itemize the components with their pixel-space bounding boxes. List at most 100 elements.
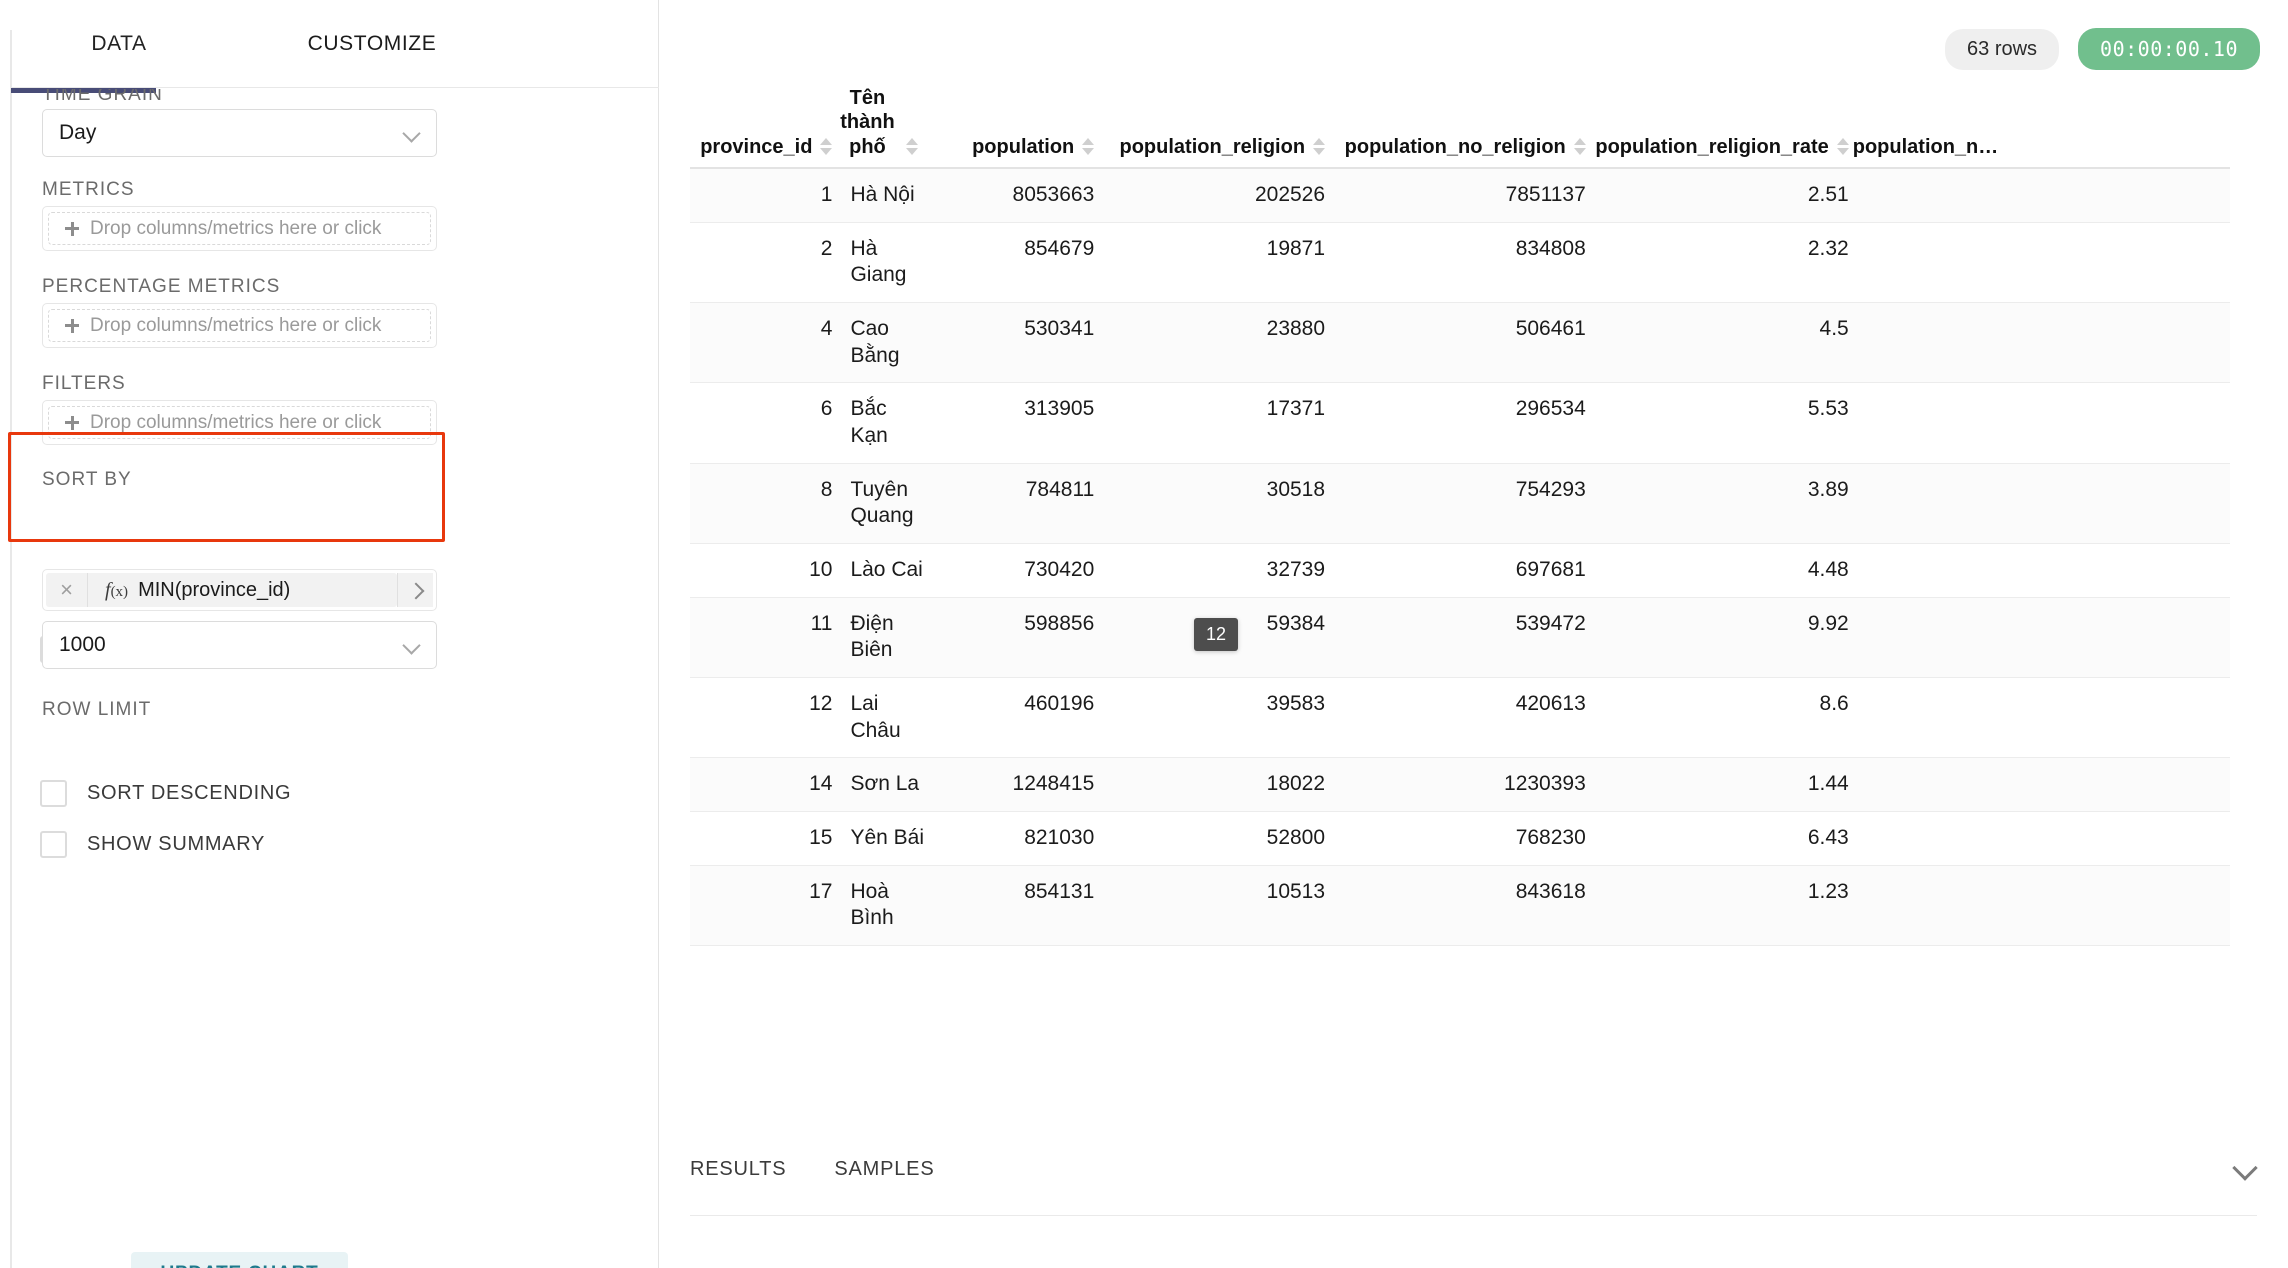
filters-placeholder: Drop columns/metrics here or click	[90, 412, 381, 434]
table-row[interactable]: 1Hà Nội805366320252678511372.51	[690, 168, 2230, 222]
close-icon[interactable]: ×	[46, 573, 88, 607]
sort-by-expression: MIN(province_id)	[138, 579, 290, 602]
show-summary-checkbox[interactable]: SHOW SUMMARY	[40, 831, 265, 858]
table-row[interactable]: 12Lai Châu460196395834206138.6	[690, 677, 2230, 757]
table-row[interactable]: 2Hà Giang854679198718348082.32	[690, 222, 2230, 302]
function-icon: f(x)	[105, 579, 128, 602]
sort-icon[interactable]	[1082, 136, 1094, 158]
chevron-down-icon	[404, 637, 420, 653]
sort-by-control[interactable]: × f(x) MIN(province_id)	[42, 569, 437, 611]
cell-population-no-religion: 506461	[1329, 302, 1590, 382]
table-row[interactable]: 4Cao Bằng530341238805064614.5	[690, 302, 2230, 382]
cell-population-religion-rate: 1.23	[1590, 865, 1853, 945]
sort-descending-label: SORT DESCENDING	[87, 782, 291, 805]
cell-province-id: 2	[690, 222, 836, 302]
column-header-population-no-religion[interactable]: population_no_religion	[1329, 80, 1590, 168]
cell-province-id: 11	[690, 597, 836, 677]
column-header-population-truncated[interactable]: population_n…	[1853, 80, 2230, 168]
table-row[interactable]: 15Yên Bái821030528007682306.43	[690, 811, 2230, 865]
column-header-city-name[interactable]: Tên thành phố	[836, 80, 929, 168]
time-grain-value: Day	[59, 121, 404, 145]
cell-population-religion-rate: 2.32	[1590, 222, 1853, 302]
time-grain-label: TIME GRAIN	[42, 89, 163, 106]
footer-divider	[690, 1215, 2257, 1216]
results-table-scroll[interactable]: province_id Tên thành phố population	[659, 80, 2288, 1130]
cell-population-religion-rate: 4.48	[1590, 543, 1853, 597]
chevron-down-icon[interactable]	[2232, 1156, 2258, 1182]
footer-tabs: RESULTS SAMPLES	[690, 1158, 934, 1181]
tab-results[interactable]: RESULTS	[690, 1158, 786, 1181]
cell-province-id: 15	[690, 811, 836, 865]
plus-icon	[65, 319, 79, 333]
results-table: province_id Tên thành phố population	[690, 80, 2230, 946]
cell-population: 8053663	[930, 168, 1099, 222]
cell-province-id: 10	[690, 543, 836, 597]
cell-population-no-religion: 539472	[1329, 597, 1590, 677]
cell-population-no-religion: 7851137	[1329, 168, 1590, 222]
cell-population-religion-rate: 2.51	[1590, 168, 1853, 222]
filters-dropzone[interactable]: Drop columns/metrics here or click	[42, 400, 437, 445]
plus-icon	[65, 222, 79, 236]
table-body: 1Hà Nội805366320252678511372.512Hà Giang…	[690, 168, 2230, 945]
panel-body: TIME GRAIN Day METRICS Drop columns/metr…	[11, 89, 659, 1268]
row-limit-select[interactable]: 1000	[42, 621, 437, 669]
cell-overflow	[1853, 758, 2230, 812]
cell-overflow	[1853, 168, 2230, 222]
cell-population: 598856	[930, 597, 1099, 677]
cell-city-name: Sơn La	[836, 758, 929, 812]
tab-customize[interactable]: CUSTOMIZE	[227, 0, 517, 88]
sort-icon[interactable]	[1574, 136, 1586, 158]
table-row[interactable]: 10Lào Cai730420327396976814.48	[690, 543, 2230, 597]
control-panel: DATA CUSTOMIZE TIME GRAIN Day METRICS Dr…	[0, 0, 659, 1268]
cell-city-name: Lai Châu	[836, 677, 929, 757]
cell-city-name: Hà Giang	[836, 222, 929, 302]
results-panel: 63 rows 00:00:00.10 province_id	[659, 0, 2288, 1268]
cell-province-id: 12	[690, 677, 836, 757]
tab-data[interactable]: DATA	[11, 0, 227, 88]
sort-icon[interactable]	[1837, 136, 1849, 158]
table-row[interactable]: 11Điện Biên598856593845394729.92	[690, 597, 2230, 677]
cell-overflow	[1853, 463, 2230, 543]
cell-province-id: 14	[690, 758, 836, 812]
table-row[interactable]: 6Bắc Kạn313905173712965345.53	[690, 383, 2230, 463]
table-row[interactable]: 17Hoà Bình854131105138436181.23	[690, 865, 2230, 945]
sort-by-expand-button[interactable]	[397, 573, 433, 607]
cell-city-name: Bắc Kạn	[836, 383, 929, 463]
metrics-dropzone[interactable]: Drop columns/metrics here or click	[42, 206, 437, 251]
cell-overflow	[1853, 677, 2230, 757]
sort-icon[interactable]	[906, 136, 918, 158]
cell-population-religion-rate: 8.6	[1590, 677, 1853, 757]
time-grain-select[interactable]: Day	[42, 109, 437, 157]
percentage-metrics-dropzone[interactable]: Drop columns/metrics here or click	[42, 303, 437, 348]
cell-overflow	[1853, 543, 2230, 597]
cell-population: 313905	[930, 383, 1099, 463]
sort-icon[interactable]	[820, 136, 832, 158]
row-index-tooltip: 12	[1194, 618, 1238, 651]
cell-overflow	[1853, 302, 2230, 382]
column-header-population-religion[interactable]: population_religion	[1098, 80, 1329, 168]
cell-province-id: 17	[690, 865, 836, 945]
query-duration-badge: 00:00:00.10	[2078, 28, 2260, 70]
column-header-population[interactable]: population	[930, 80, 1099, 168]
cell-overflow	[1853, 222, 2230, 302]
column-header-province-id[interactable]: province_id	[690, 80, 836, 168]
sort-by-chip[interactable]: × f(x) MIN(province_id)	[46, 573, 397, 607]
checkbox-icon[interactable]	[40, 780, 67, 807]
table-row[interactable]: 8Tuyên Quang784811305187542933.89	[690, 463, 2230, 543]
update-chart-button[interactable]: UPDATE CHART	[131, 1252, 348, 1268]
row-limit-value: 1000	[59, 633, 404, 657]
plus-icon	[65, 416, 79, 430]
cell-population-religion: 23880	[1098, 302, 1329, 382]
checkbox-icon[interactable]	[40, 831, 67, 858]
results-footer: RESULTS SAMPLES	[659, 1130, 2288, 1268]
table-row[interactable]: 14Sơn La12484151802212303931.44	[690, 758, 2230, 812]
cell-overflow	[1853, 597, 2230, 677]
cell-city-name: Hà Nội	[836, 168, 929, 222]
cell-population-no-religion: 843618	[1329, 865, 1590, 945]
tab-samples[interactable]: SAMPLES	[834, 1158, 934, 1181]
cell-population-religion-rate: 6.43	[1590, 811, 1853, 865]
sort-icon[interactable]	[1313, 136, 1325, 158]
cell-population-no-religion: 754293	[1329, 463, 1590, 543]
column-header-population-religion-rate[interactable]: population_religion_rate	[1590, 80, 1853, 168]
sort-descending-checkbox[interactable]: SORT DESCENDING	[40, 780, 291, 807]
